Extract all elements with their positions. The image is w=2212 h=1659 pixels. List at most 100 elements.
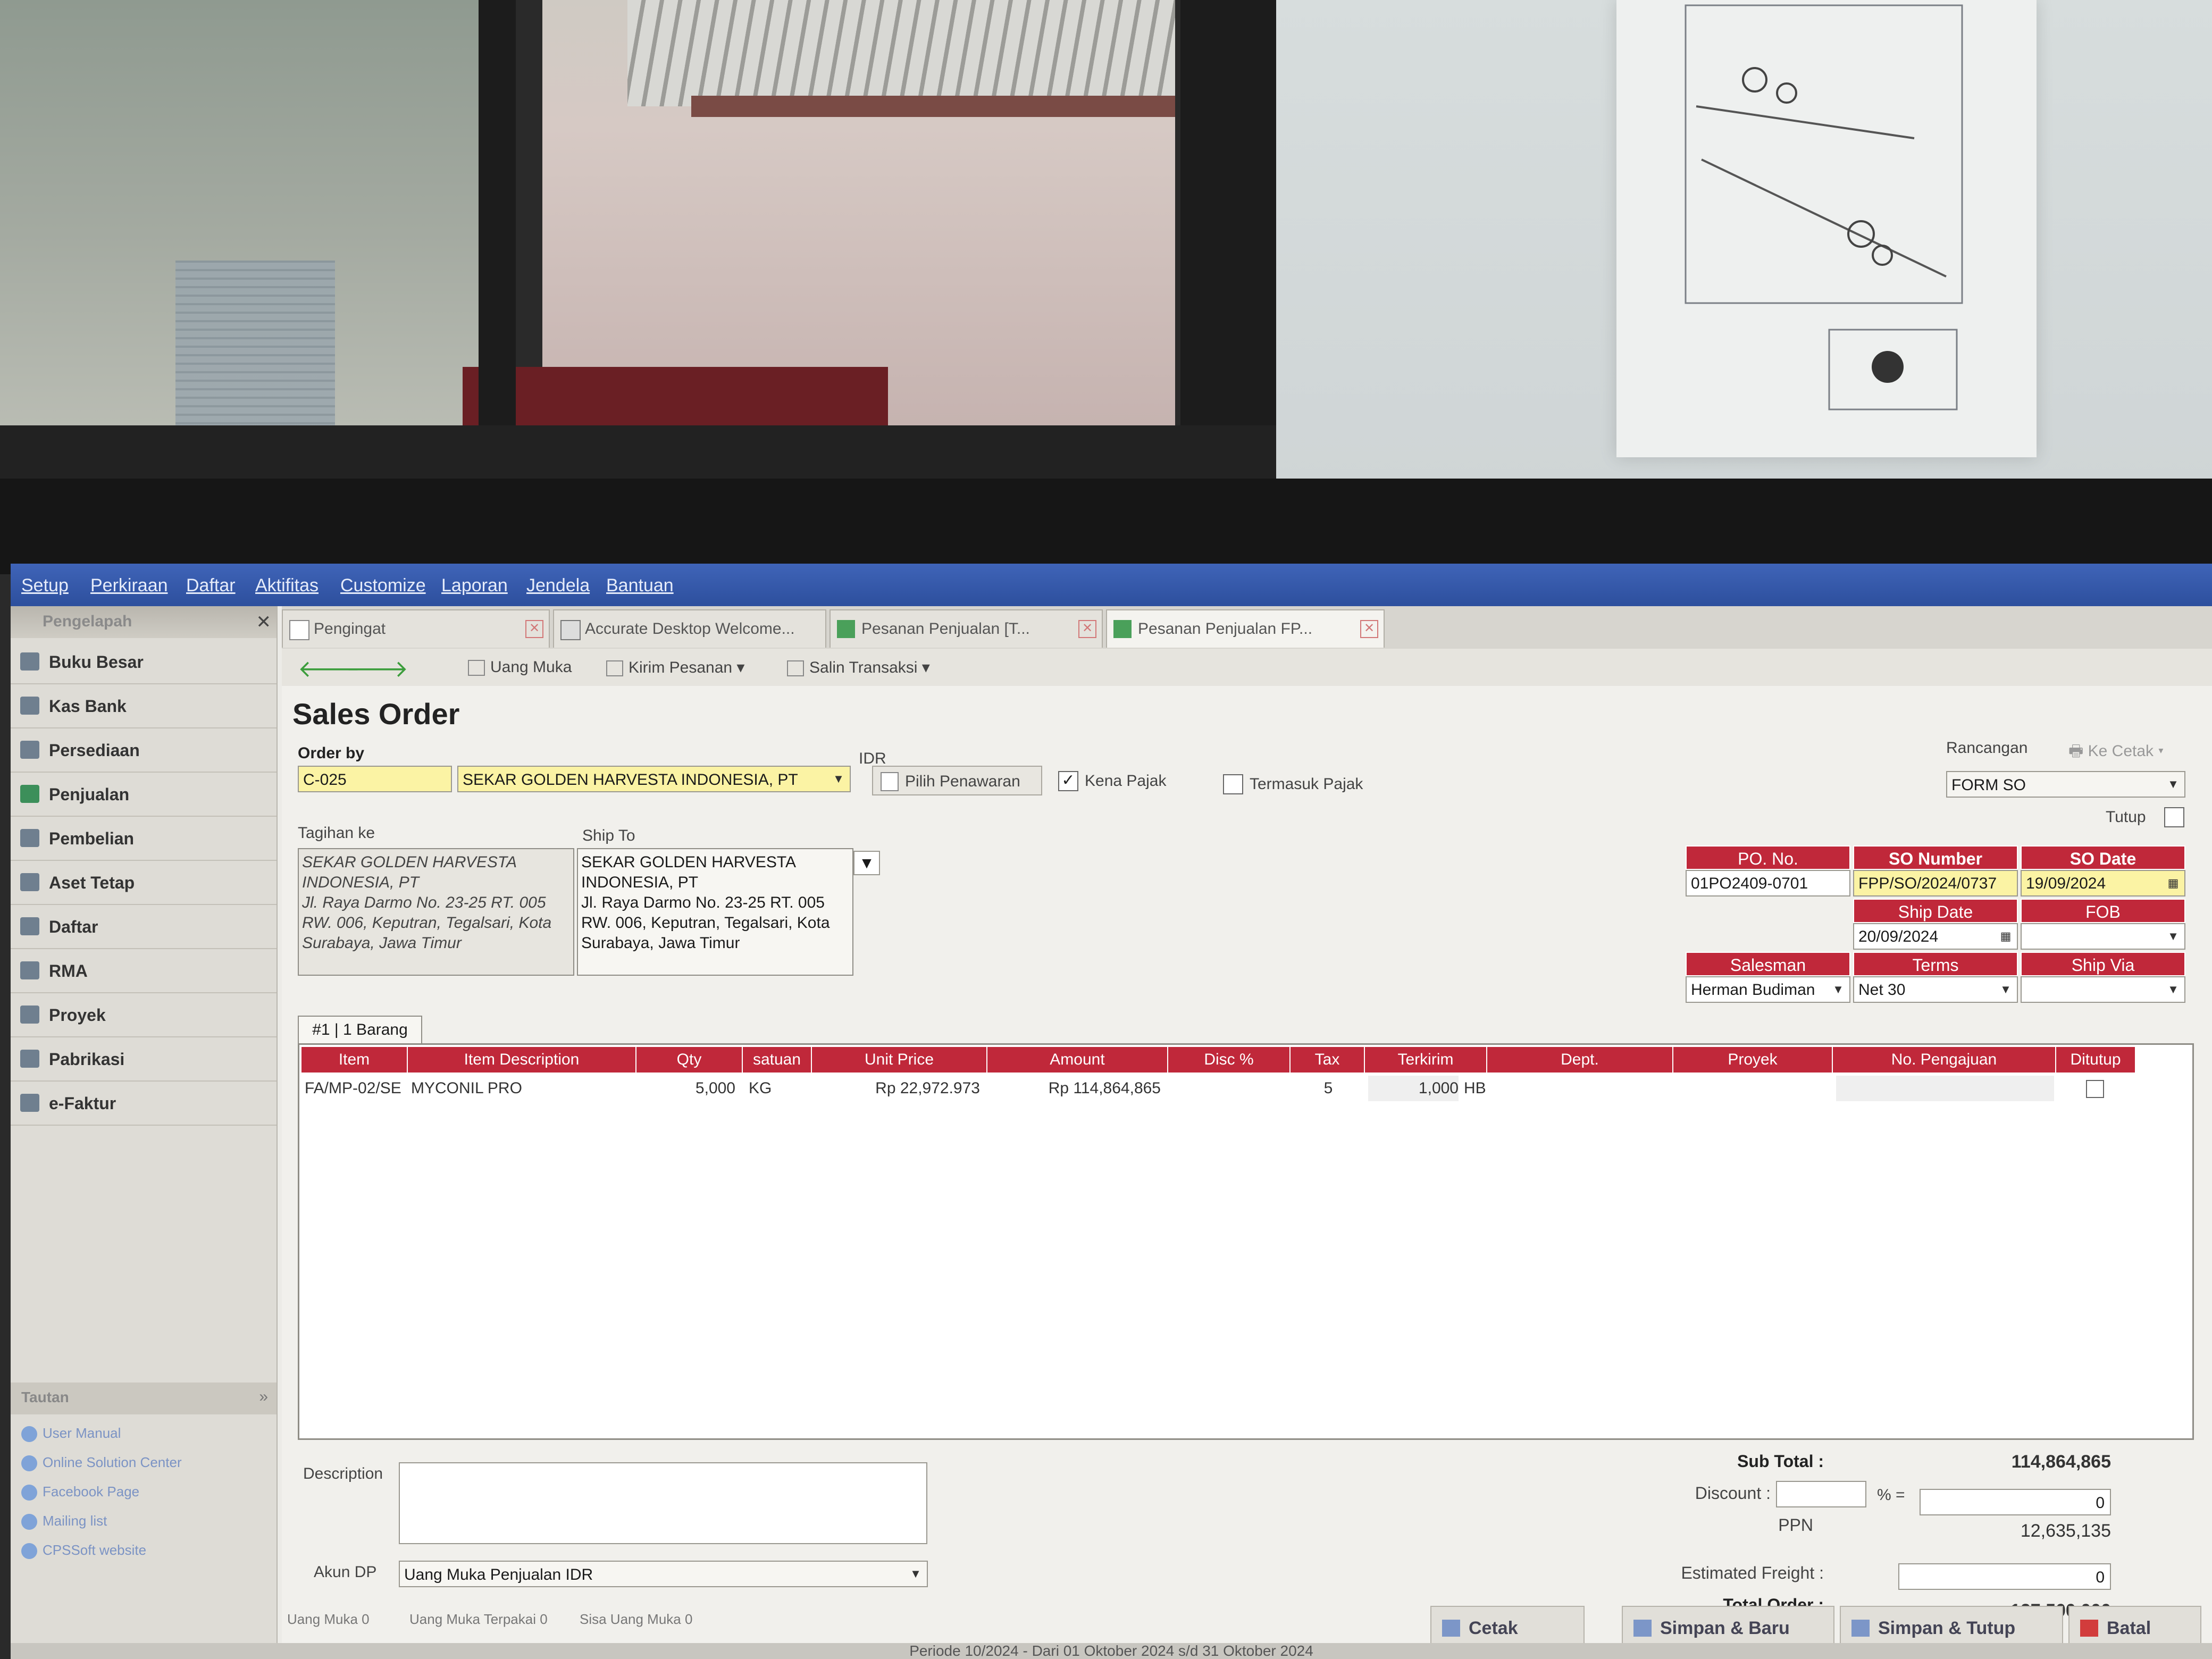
calendar-icon[interactable]: ▦ (2164, 871, 2182, 895)
cetak-button[interactable]: Cetak (1430, 1606, 1585, 1648)
discount-percent-input[interactable] (1776, 1481, 1866, 1507)
ditutup-checkbox[interactable] (2086, 1080, 2104, 1098)
tab-pengingat[interactable]: Pengingat ✕ (282, 609, 550, 648)
sidebar-item-pabrikasi[interactable]: Pabrikasi (11, 1038, 276, 1082)
dropdown-arrow-icon[interactable]: ▼ (2164, 977, 2182, 1002)
ship-date-input[interactable]: 20/09/2024 ▦ (1853, 923, 2018, 950)
menu-jendela[interactable]: Jendela (526, 575, 590, 596)
column-header-proyek[interactable]: Proyek (1673, 1047, 1833, 1073)
column-header-description[interactable]: Item Description (408, 1047, 636, 1073)
tutup-checkbox[interactable] (2164, 807, 2184, 827)
menu-perkiraan[interactable]: Perkiraan (90, 575, 168, 596)
close-tab-icon[interactable]: ✕ (1078, 620, 1096, 638)
sidebar-item-aset-tetap[interactable]: Aset Tetap (11, 861, 276, 905)
cell-satuan[interactable]: KG (749, 1076, 772, 1101)
form-template-select[interactable]: FORM SO ▼ (1946, 771, 2185, 798)
column-header-terkirim[interactable]: Terkirim (1365, 1047, 1487, 1073)
akun-dp-select[interactable]: Uang Muka Penjualan IDR ▼ (399, 1561, 928, 1587)
terms-select[interactable]: Net 30 ▼ (1853, 976, 2018, 1003)
menu-bantuan[interactable]: Bantuan (606, 575, 674, 596)
customer-code-input[interactable]: C-025 (298, 766, 452, 792)
column-header-tax[interactable]: Tax (1291, 1047, 1365, 1073)
ship-to-address[interactable]: SEKAR GOLDEN HARVESTA INDONESIA, PT Jl. … (577, 848, 853, 976)
column-header-amount[interactable]: Amount (987, 1047, 1168, 1073)
column-header-no-pengajuan[interactable]: No. Pengajuan (1833, 1047, 2056, 1073)
forward-arrow-icon[interactable]: 🡒 (346, 654, 408, 683)
sidebar-item-proyek[interactable]: Proyek (11, 994, 276, 1037)
so-date-input[interactable]: 19/09/2024 ▦ (2021, 870, 2185, 896)
so-number-input[interactable]: FPP/SO/2024/0737 (1853, 870, 2018, 896)
link-facebook[interactable]: Facebook Page (21, 1484, 139, 1501)
dropdown-arrow-icon[interactable]: ▼ (1829, 977, 1847, 1002)
cell-amount[interactable]: Rp 114,864,865 (991, 1076, 1161, 1101)
link-website[interactable]: CPSSoft website (21, 1542, 146, 1560)
menu-customize[interactable]: Customize (340, 575, 426, 596)
column-header-disc[interactable]: Disc % (1168, 1047, 1291, 1073)
fob-select[interactable]: ▼ (2021, 923, 2185, 950)
link-user-manual[interactable]: User Manual (21, 1425, 121, 1443)
column-header-item[interactable]: Item (301, 1047, 408, 1073)
simpan-baru-button[interactable]: Simpan & Baru (1622, 1606, 1834, 1648)
cell-disc[interactable] (1171, 1076, 1283, 1101)
po-no-input[interactable]: 01PO2409-0701 (1686, 870, 1850, 896)
dropdown-arrow-icon[interactable]: ▼ (1997, 977, 2015, 1002)
dropdown-arrow-icon[interactable]: ▼ (830, 767, 848, 791)
ship-via-select[interactable]: ▼ (2021, 976, 2185, 1003)
sidebar-item-pembelian[interactable]: Pembelian (11, 817, 276, 861)
cell-item[interactable]: FA/MP-02/SE (305, 1076, 401, 1101)
salin-transaksi-button[interactable]: Salin Transaksi ▾ (787, 658, 930, 677)
tab-welcome[interactable]: Accurate Desktop Welcome... (553, 609, 826, 648)
ship-to-dropdown[interactable]: ▼ (853, 851, 880, 875)
cell-description[interactable]: MYCONIL PRO (411, 1076, 522, 1101)
simpan-tutup-button[interactable]: Simpan & Tutup (1840, 1606, 2063, 1648)
menu-laporan[interactable]: Laporan (441, 575, 508, 596)
tautan-header[interactable]: Tautan » (11, 1382, 276, 1414)
batal-button[interactable]: Batal (2068, 1606, 2201, 1648)
freight-input[interactable]: 0 (1898, 1563, 2111, 1590)
discount-amount-input[interactable]: 0 (1920, 1489, 2111, 1515)
column-header-qty[interactable]: Qty (636, 1047, 743, 1073)
salesman-select[interactable]: Herman Budiman ▼ (1686, 976, 1850, 1003)
column-header-satuan[interactable]: satuan (743, 1047, 812, 1073)
link-mailing-list[interactable]: Mailing list (21, 1513, 107, 1530)
sidebar-item-daftar[interactable]: Daftar (11, 906, 276, 949)
menu-setup[interactable]: Setup (21, 575, 69, 596)
sidebar-item-buku-besar[interactable]: Buku Besar (11, 641, 276, 684)
termasuk-pajak-checkbox[interactable] (1223, 774, 1243, 794)
sidebar-item-persediaan[interactable]: Persediaan (11, 729, 276, 773)
close-tab-icon[interactable]: ✕ (1360, 620, 1378, 638)
calendar-icon[interactable]: ▦ (1997, 924, 2015, 949)
billing-address[interactable]: SEKAR GOLDEN HARVESTA INDONESIA, PT Jl. … (298, 848, 574, 976)
sidebar-item-kas-bank[interactable]: Kas Bank (11, 685, 276, 728)
column-header-unit-price[interactable]: Unit Price (812, 1047, 987, 1073)
column-header-ditutup[interactable]: Ditutup (2056, 1047, 2136, 1073)
menu-daftar[interactable]: Daftar (186, 575, 236, 596)
close-tab-icon[interactable]: ✕ (525, 620, 543, 638)
chevron-down-icon[interactable]: » (259, 1388, 268, 1406)
sidebar-item-rma[interactable]: RMA (11, 950, 276, 993)
dropdown-arrow-icon[interactable]: ▼ (907, 1562, 925, 1586)
column-header-dept[interactable]: Dept. (1487, 1047, 1673, 1073)
close-icon[interactable]: ✕ (256, 611, 272, 633)
cell-qty[interactable]: 5,000 (640, 1076, 735, 1101)
kirim-pesanan-button[interactable]: Kirim Pesanan ▾ (606, 658, 745, 677)
link-online-solution[interactable]: Online Solution Center (21, 1454, 182, 1472)
dropdown-arrow-icon[interactable]: ▼ (2164, 924, 2182, 949)
ke-cetak-button[interactable]: 🖶 Ke Cetak ▾ (2068, 739, 2164, 766)
tab-pesanan-penjualan-2[interactable]: Pesanan Penjualan FP... ✕ (1106, 609, 1385, 648)
sidebar-item-e-faktur[interactable]: e-Faktur (11, 1082, 276, 1126)
cell-unit-price[interactable]: Rp 22,972.973 (815, 1076, 980, 1101)
menu-aktifitas[interactable]: Aktifitas (255, 575, 319, 596)
customer-name-select[interactable]: SEKAR GOLDEN HARVESTA INDONESIA, PT ▼ (457, 766, 851, 792)
cell-tax[interactable]: 5 (1294, 1076, 1363, 1101)
tab-pesanan-penjualan-1[interactable]: Pesanan Penjualan [T... ✕ (830, 609, 1103, 648)
kena-pajak-checkbox[interactable]: ✓ (1058, 771, 1078, 791)
uang-muka-button[interactable]: Uang Muka (468, 658, 572, 676)
sidebar-item-penjualan[interactable]: Penjualan (11, 773, 276, 817)
pilih-penawaran-button[interactable]: Pilih Penawaran (872, 766, 1042, 795)
monitor-bezel (0, 479, 2212, 574)
items-tab[interactable]: #1 | 1 Barang (298, 1016, 422, 1045)
description-input[interactable] (399, 1462, 927, 1544)
dropdown-arrow-icon[interactable]: ▼ (2164, 772, 2182, 797)
ship-date-value: 20/09/2024 (1858, 928, 1939, 945)
